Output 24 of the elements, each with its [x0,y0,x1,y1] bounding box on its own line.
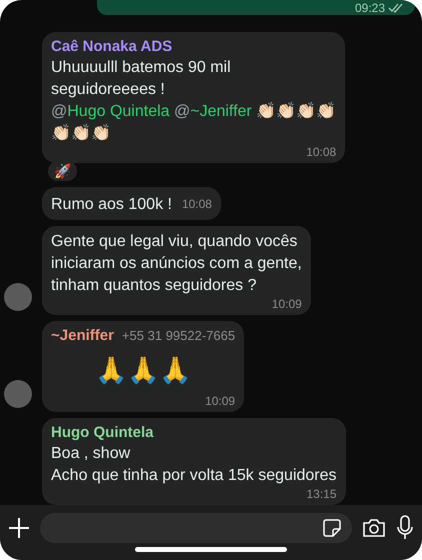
message-input[interactable] [40,513,352,543]
message-text: Rumo aos 100k ! [51,195,172,215]
message-time: 10:09 [205,394,236,408]
sender-name[interactable]: ~Jeniffer [51,326,114,346]
message-time: 13:15 [306,487,337,501]
message-text: 🙏🙏🙏 [94,354,192,387]
message-time: 09:23 [354,1,385,15]
phone-number: +55 31 99522-7665 [122,327,236,345]
sender-name[interactable]: Caê Nonaka ADS [51,37,172,57]
mention-link[interactable]: Hugo Quintela [67,103,170,120]
message-text: Uhuuuulll batemos 90 mil seguidoreeees ! @Hugo Quintela @~Jeniffer 👏🏻👏🏻👏🏻👏🏻 👏🏻👏🏻👏🏻 [51,58,336,144]
mention-link[interactable]: ~Jeniffer [190,103,252,120]
microphone-icon[interactable] [396,515,414,541]
avatar[interactable] [4,283,32,311]
message-time: 10:09 [272,297,302,311]
sender-name[interactable]: Hugo Quintela [51,423,154,443]
sticker-icon[interactable] [322,518,342,538]
message-text: Boa , show Acho que tinha por volta 15k seguidores [51,444,337,486]
plus-icon[interactable] [8,517,30,539]
message-time: 10:08 [306,145,336,159]
avatar[interactable] [4,380,32,408]
camera-icon[interactable] [362,517,386,539]
message-time: 10:08 [182,197,212,211]
message-text: Gente que legal viu, quando vocês iniciaram os anúncios com a gente, tinham quantos seguidores ? [51,232,302,296]
